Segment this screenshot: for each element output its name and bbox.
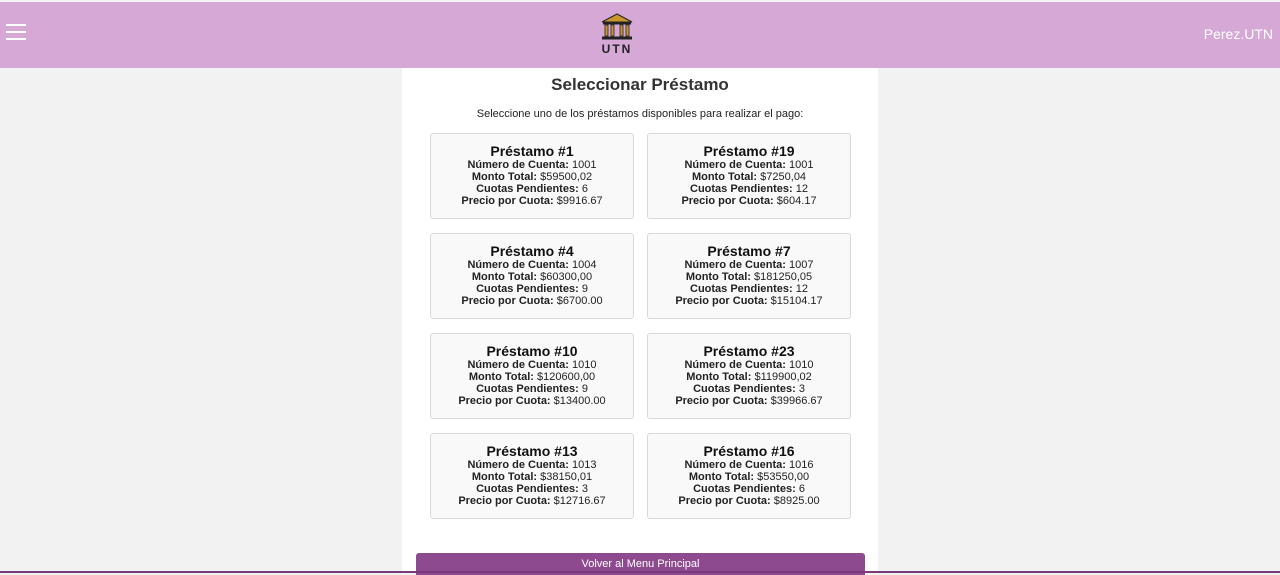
loan-installment-price-line: Precio por Cuota: $8925.00 xyxy=(648,495,850,507)
loan-total-line: Monto Total: $38150,01 xyxy=(431,471,633,483)
loan-installment-price-line: Precio por Cuota: $9916.67 xyxy=(431,195,633,207)
loan-title: Préstamo #16 xyxy=(648,444,850,459)
loan-title: Préstamo #4 xyxy=(431,244,633,259)
utn-logo: UTN xyxy=(598,12,636,56)
loan-installments-line: Cuotas Pendientes: 12 xyxy=(648,183,850,195)
loan-installments-line: Cuotas Pendientes: 6 xyxy=(648,483,850,495)
loan-account-line: Número de Cuenta: 1010 xyxy=(431,359,633,371)
loan-installments-line: Cuotas Pendientes: 3 xyxy=(431,483,633,495)
loan-card[interactable]: Préstamo #10 Número de Cuenta: 1010 Mont… xyxy=(430,333,634,419)
loan-account-line: Número de Cuenta: 1016 xyxy=(648,459,850,471)
loan-installments-line: Cuotas Pendientes: 9 xyxy=(431,283,633,295)
loan-title: Préstamo #19 xyxy=(648,144,850,159)
loan-title: Préstamo #10 xyxy=(431,344,633,359)
user-name[interactable]: Perez.UTN xyxy=(1204,26,1273,42)
loan-installments-line: Cuotas Pendientes: 12 xyxy=(648,283,850,295)
university-building-icon xyxy=(598,12,636,42)
loan-installment-price-line: Precio por Cuota: $13400.00 xyxy=(431,395,633,407)
loan-total-line: Monto Total: $59500,02 xyxy=(431,171,633,183)
loan-installments-line: Cuotas Pendientes: 3 xyxy=(648,383,850,395)
loan-account-line: Número de Cuenta: 1013 xyxy=(431,459,633,471)
loan-total-line: Monto Total: $60300,00 xyxy=(431,271,633,283)
loan-account-line: Número de Cuenta: 1010 xyxy=(648,359,850,371)
loan-total-line: Monto Total: $120600,00 xyxy=(431,371,633,383)
loan-title: Préstamo #1 xyxy=(431,144,633,159)
loan-installment-price-line: Precio por Cuota: $15104.17 xyxy=(648,295,850,307)
loan-installment-price-line: Precio por Cuota: $604.17 xyxy=(648,195,850,207)
loan-title: Préstamo #23 xyxy=(648,344,850,359)
top-header: UTN Perez.UTN xyxy=(0,0,1280,68)
loan-title: Préstamo #7 xyxy=(648,244,850,259)
page-subtitle: Seleccione uno de los préstamos disponib… xyxy=(402,108,878,120)
page-title: Seleccionar Préstamo xyxy=(402,75,878,95)
loan-card[interactable]: Préstamo #23 Número de Cuenta: 1010 Mont… xyxy=(647,333,851,419)
loan-installments-line: Cuotas Pendientes: 6 xyxy=(431,183,633,195)
loan-installment-price-line: Precio por Cuota: $12716.67 xyxy=(431,495,633,507)
loan-account-line: Número de Cuenta: 1004 xyxy=(431,259,633,271)
hamburger-menu-icon[interactable] xyxy=(6,24,26,44)
loan-total-line: Monto Total: $7250,04 xyxy=(648,171,850,183)
loan-total-line: Monto Total: $181250,05 xyxy=(648,271,850,283)
loan-account-line: Número de Cuenta: 1001 xyxy=(431,159,633,171)
loan-card[interactable]: Préstamo #19 Número de Cuenta: 1001 Mont… xyxy=(647,133,851,219)
loan-card[interactable]: Préstamo #16 Número de Cuenta: 1016 Mont… xyxy=(647,433,851,519)
loan-account-line: Número de Cuenta: 1007 xyxy=(648,259,850,271)
loan-account-line: Número de Cuenta: 1001 xyxy=(648,159,850,171)
loan-card[interactable]: Préstamo #4 Número de Cuenta: 1004 Monto… xyxy=(430,233,634,319)
logo-text: UTN xyxy=(598,42,636,56)
loan-card[interactable]: Préstamo #13 Número de Cuenta: 1013 Mont… xyxy=(430,433,634,519)
loan-selection-panel: Seleccionar Préstamo Seleccione uno de l… xyxy=(402,68,878,573)
loan-installment-price-line: Precio por Cuota: $6700.00 xyxy=(431,295,633,307)
loan-installment-price-line: Precio por Cuota: $39966.67 xyxy=(648,395,850,407)
loan-installments-line: Cuotas Pendientes: 9 xyxy=(431,383,633,395)
loan-card[interactable]: Préstamo #7 Número de Cuenta: 1007 Monto… xyxy=(647,233,851,319)
loan-total-line: Monto Total: $53550,00 xyxy=(648,471,850,483)
loan-title: Préstamo #13 xyxy=(431,444,633,459)
loan-total-line: Monto Total: $119900,02 xyxy=(648,371,850,383)
loan-card[interactable]: Préstamo #1 Número de Cuenta: 1001 Monto… xyxy=(430,133,634,219)
